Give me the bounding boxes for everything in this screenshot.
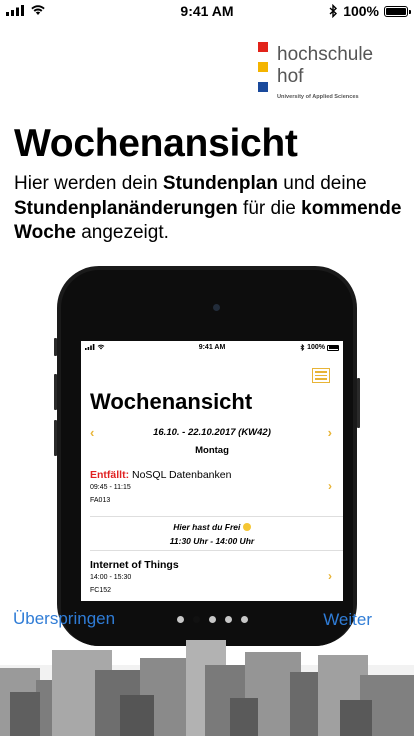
preview-status-bar: 9:41 AM 100%: [81, 341, 343, 355]
status-bar: 9:41 AM 100%: [0, 0, 414, 22]
entry-time: 09:45 - 11:15: [90, 484, 131, 491]
chevron-right-icon: ›: [328, 479, 332, 493]
bluetooth-icon: [329, 4, 338, 18]
page-description: Hier werden dein Stundenplan und deine S…: [14, 173, 402, 243]
entry-room: FC152: [90, 587, 112, 594]
status-right: 100%: [329, 3, 411, 19]
page-dot-3[interactable]: [209, 616, 216, 623]
preview-battery-icon: [327, 344, 339, 351]
logo-word-hof: hof: [277, 66, 304, 87]
logo-square-yellow: [258, 62, 268, 72]
page-title: Wochenansicht: [14, 122, 298, 165]
day-header: Montag: [195, 445, 229, 456]
logo-subtitle: University of Applied Sciences: [277, 94, 359, 100]
entry-room: FA013: [90, 497, 111, 504]
logo-square-red: [258, 42, 268, 52]
entry-title: Internet of Things: [90, 559, 179, 571]
phone-power-button: [357, 378, 360, 428]
entry-time: 14:00 - 15:30: [90, 574, 132, 581]
battery-percent: 100%: [343, 3, 379, 19]
list-item: Internet of Things 14:00 - 15:30 FC152 ›: [81, 551, 343, 601]
page-dot-2-active[interactable]: [193, 616, 200, 623]
phone-volume-up: [54, 374, 57, 410]
page-dot-4[interactable]: [225, 616, 232, 623]
next-button[interactable]: Weiter: [323, 610, 372, 630]
logo-word-hochschule: hochschule: [277, 44, 374, 65]
week-selector: ‹ 16.10. - 22.10.2017 (KW42) ›: [81, 425, 343, 443]
preview-title: Wochenansicht: [90, 389, 253, 414]
entry-title: Entfällt: NoSQL Datenbanken: [90, 469, 232, 481]
preview-battery-percent: 100%: [307, 344, 325, 351]
battery-icon: [384, 5, 411, 17]
free-slot-time: 11:30 Uhr - 14:00 Uhr: [169, 536, 255, 546]
free-slot: Hier hast du Frei 11:30 Uhr - 14:00 Uhr: [81, 517, 343, 551]
skip-button[interactable]: Überspringen: [13, 609, 115, 629]
free-slot-text: Hier hast du Frei: [81, 522, 343, 532]
page-indicator[interactable]: [177, 616, 248, 623]
phone-screen-preview: 9:41 AM 100% Wochenansicht ‹ 16.10. - 22…: [81, 341, 343, 601]
preview-status-right: 100%: [300, 344, 339, 351]
logo-square-blue: [258, 82, 268, 92]
phone-mockup: 9:41 AM 100% Wochenansicht ‹ 16.10. - 22…: [54, 266, 360, 646]
chevron-right-icon: ›: [328, 569, 332, 583]
phone-mute-switch: [54, 338, 57, 356]
phone-volume-down: [54, 420, 57, 456]
preview-bluetooth-icon: [300, 344, 305, 351]
hochschule-hof-logo: hochschule hof University of Applied Sci…: [250, 36, 414, 112]
list-item: Entfällt: NoSQL Datenbanken 09:45 - 11:1…: [81, 461, 343, 517]
front-camera: [213, 304, 220, 311]
chevron-right-icon: ›: [327, 425, 332, 440]
phone-bezel: 9:41 AM 100% Wochenansicht ‹ 16.10. - 22…: [61, 270, 353, 646]
page-dot-5[interactable]: [241, 616, 248, 623]
list-view-icon: [312, 368, 330, 383]
page-dot-1[interactable]: [177, 616, 184, 623]
smiley-icon: [242, 523, 251, 531]
city-skyline-illustration: [0, 640, 414, 736]
week-range: 16.10. - 22.10.2017 (KW42): [153, 427, 271, 438]
